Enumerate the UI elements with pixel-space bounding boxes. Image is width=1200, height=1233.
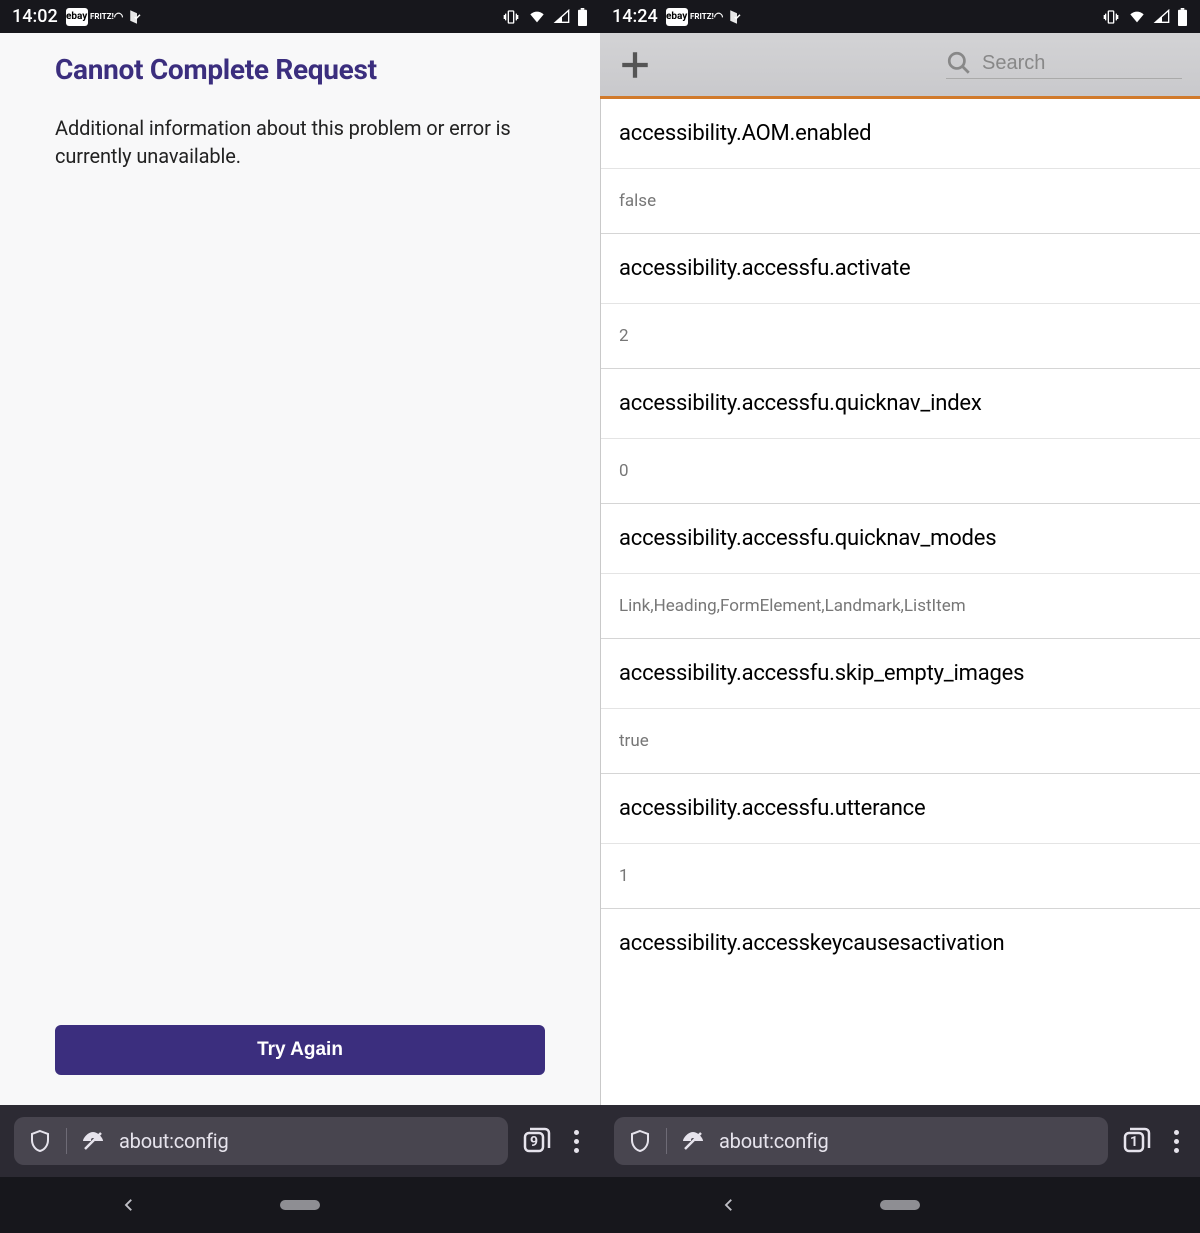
divider xyxy=(66,1128,67,1154)
tab-switcher-button[interactable]: 1 xyxy=(1122,1126,1152,1156)
menu-button[interactable] xyxy=(1166,1130,1186,1153)
vibrate-icon xyxy=(1101,9,1121,25)
pref-value[interactable]: 1 xyxy=(601,844,1200,909)
pref-name[interactable]: accessibility.AOM.enabled xyxy=(601,99,1200,169)
status-time: 14:24 xyxy=(612,6,658,27)
browser-toolbar: about:config 9 xyxy=(0,1105,600,1177)
pref-name[interactable]: accessibility.accessfu.skip_empty_images xyxy=(601,639,1200,709)
ebay-notif-icon: ebay xyxy=(666,8,688,26)
vibrate-icon xyxy=(501,9,521,25)
error-message: Additional information about this proble… xyxy=(55,114,545,170)
home-pill[interactable] xyxy=(280,1200,320,1210)
search-field[interactable] xyxy=(946,50,1182,79)
divider xyxy=(666,1128,667,1154)
menu-button[interactable] xyxy=(566,1130,586,1153)
fritz-notif-icon: FRITZ!◠ xyxy=(696,8,718,26)
pref-value[interactable]: 0 xyxy=(601,439,1200,504)
system-nav-bar xyxy=(0,1177,600,1233)
tab-count: 1 xyxy=(1127,1135,1141,1149)
config-toolbar xyxy=(600,33,1200,99)
no-tracking-icon[interactable] xyxy=(681,1129,705,1153)
url-bar[interactable]: about:config xyxy=(14,1117,508,1165)
pref-name[interactable]: accessibility.accessfu.activate xyxy=(601,234,1200,304)
try-again-button[interactable]: Try Again xyxy=(55,1025,545,1075)
home-pill[interactable] xyxy=(880,1200,920,1210)
search-input[interactable] xyxy=(982,52,1200,75)
url-bar[interactable]: about:config xyxy=(614,1117,1108,1165)
wifi-icon xyxy=(527,9,547,25)
pref-value[interactable]: 2 xyxy=(601,304,1200,369)
battery-icon xyxy=(1177,8,1188,26)
tab-count: 9 xyxy=(527,1135,541,1149)
no-tracking-icon[interactable] xyxy=(81,1129,105,1153)
status-bar: 14:24 ebay FRITZ!◠ xyxy=(600,0,1200,33)
ebay-notif-icon: ebay xyxy=(66,8,88,26)
check-notif-icon xyxy=(726,8,748,26)
error-title: Cannot Complete Request xyxy=(55,53,545,86)
config-page: accessibility.AOM.enabled false accessib… xyxy=(600,33,1200,1105)
search-icon xyxy=(946,50,972,76)
add-pref-button[interactable] xyxy=(618,48,652,82)
pref-list[interactable]: accessibility.AOM.enabled false accessib… xyxy=(600,99,1200,1105)
pref-name[interactable]: accessibility.accesskeycausesactivation xyxy=(601,909,1200,978)
shield-icon[interactable] xyxy=(628,1129,652,1153)
cell-signal-icon xyxy=(1153,9,1171,25)
status-time: 14:02 xyxy=(12,6,58,27)
check-notif-icon xyxy=(126,8,148,26)
pref-name[interactable]: accessibility.accessfu.utterance xyxy=(601,774,1200,844)
error-page: Cannot Complete Request Additional infor… xyxy=(0,33,600,1105)
back-icon[interactable] xyxy=(120,1196,138,1214)
pref-value[interactable]: true xyxy=(601,709,1200,774)
system-nav-bar xyxy=(600,1177,1200,1233)
cell-signal-icon xyxy=(553,9,571,25)
pref-value[interactable]: false xyxy=(601,169,1200,234)
phone-left: 14:02 ebay FRITZ!◠ Cannot Complete Reque… xyxy=(0,0,600,1233)
shield-icon[interactable] xyxy=(28,1129,52,1153)
url-text: about:config xyxy=(719,1129,829,1153)
tab-switcher-button[interactable]: 9 xyxy=(522,1126,552,1156)
status-bar: 14:02 ebay FRITZ!◠ xyxy=(0,0,600,33)
fritz-notif-icon: FRITZ!◠ xyxy=(96,8,118,26)
wifi-icon xyxy=(1127,9,1147,25)
url-text: about:config xyxy=(119,1129,229,1153)
battery-icon xyxy=(577,8,588,26)
browser-toolbar: about:config 1 xyxy=(600,1105,1200,1177)
back-icon[interactable] xyxy=(720,1196,738,1214)
pref-value[interactable]: Link,Heading,FormElement,Landmark,ListIt… xyxy=(601,574,1200,639)
pref-name[interactable]: accessibility.accessfu.quicknav_modes xyxy=(601,504,1200,574)
phone-right: 14:24 ebay FRITZ!◠ xyxy=(600,0,1200,1233)
pref-name[interactable]: accessibility.accessfu.quicknav_index xyxy=(601,369,1200,439)
